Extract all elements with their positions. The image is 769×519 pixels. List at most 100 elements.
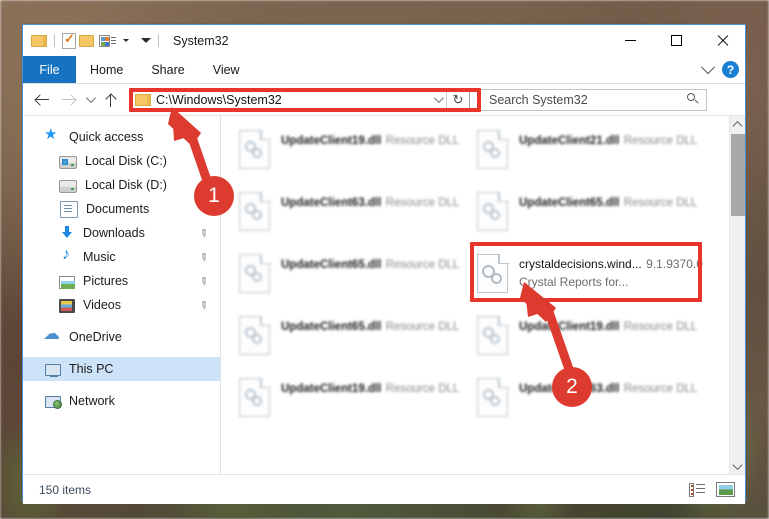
scroll-up-icon[interactable] — [730, 116, 745, 132]
sidebar-item-label: Music — [83, 250, 116, 264]
toolbar-divider-2 — [158, 34, 159, 47]
drive-icon — [59, 180, 77, 193]
new-folder-icon[interactable] — [79, 34, 96, 48]
maximize-icon — [670, 35, 682, 46]
close-icon — [716, 34, 729, 47]
file-name: UpdateClient63.dll — [519, 383, 620, 395]
file-list-pane: UpdateClient19.dll Resource DLL UpdateCl… — [221, 116, 745, 474]
search-input[interactable] — [487, 91, 687, 108]
file-item-crystaldecisions[interactable]: crystaldecisions.wind... 9.1.9370.0 Crys… — [475, 248, 713, 310]
navigation-bar: C:\Windows\System32 ↻ — [23, 84, 745, 115]
file-name: UpdateClient63.dll — [281, 197, 382, 209]
cloud-icon — [43, 324, 61, 345]
sidebar-item-label: Pictures — [83, 274, 129, 288]
minimize-button[interactable] — [607, 25, 653, 56]
file-description: Resource DLL — [385, 135, 460, 147]
file-item[interactable]: UpdateClient63.dll Resource DLL — [237, 186, 475, 248]
refresh-button[interactable]: ↻ — [446, 89, 469, 110]
file-item[interactable]: UpdateClient65.dll Resource DLL — [475, 186, 713, 248]
customize-toolbar-icon[interactable] — [99, 33, 119, 48]
file-name: UpdateClient65.dll — [519, 197, 620, 209]
address-dropdown-button[interactable] — [428, 93, 446, 104]
sidebar-item-quick-access[interactable]: Quick access — [23, 125, 220, 149]
documents-icon — [60, 200, 78, 218]
up-button[interactable] — [98, 87, 124, 113]
minimize-icon — [624, 40, 636, 41]
dll-key-icon — [239, 378, 271, 418]
file-item[interactable]: UpdateClient19.dll Resource DLL — [237, 372, 475, 434]
file-name: crystaldecisions.wind... — [519, 257, 642, 271]
file-name: UpdateClient65.dll — [281, 259, 382, 271]
sidebar-item-this-pc[interactable]: This PC — [23, 357, 220, 381]
file-item[interactable]: UpdateClient19.dll Resource DLL — [237, 124, 475, 186]
music-icon — [59, 246, 75, 265]
star-icon — [44, 125, 61, 145]
view-mode-buttons — [689, 475, 735, 504]
dll-key-icon — [477, 130, 509, 170]
forward-button[interactable] — [55, 87, 81, 113]
vertical-scrollbar[interactable] — [729, 116, 745, 474]
file-item[interactable]: UpdateClient63.dll Resource DLL — [475, 372, 713, 434]
sidebar-item-documents[interactable]: Documents — [23, 197, 220, 221]
ribbon-right-controls: ? — [700, 56, 739, 83]
sidebar-item-label: Documents — [86, 202, 150, 216]
file-item[interactable]: UpdateClient65.dll Resource DLL — [237, 248, 475, 310]
sidebar-item-pictures[interactable]: Pictures ✎ — [23, 269, 220, 293]
help-icon[interactable]: ? — [722, 61, 739, 78]
scroll-thumb[interactable] — [731, 134, 745, 216]
drive-windows-icon — [59, 156, 77, 169]
quick-access-toolbar[interactable] — [31, 30, 163, 52]
file-item[interactable]: UpdateClient21.dll Resource DLL — [475, 124, 713, 186]
search-icon — [687, 93, 700, 106]
folder-icon — [31, 34, 47, 48]
computer-icon — [45, 364, 61, 377]
sidebar-item-local-disk-c[interactable]: Local Disk (C:) — [23, 149, 220, 173]
maximize-button[interactable] — [653, 25, 699, 56]
file-description: Resource DLL — [623, 321, 698, 333]
dll-key-icon — [239, 192, 271, 232]
chevron-down-icon[interactable] — [700, 59, 716, 74]
pin-icon: ✎ — [195, 250, 211, 266]
dropdown-caret-icon[interactable] — [141, 38, 151, 43]
tab-share[interactable]: Share — [137, 56, 198, 83]
sidebar-item-onedrive[interactable]: OneDrive — [23, 324, 220, 349]
sidebar-item-label: Local Disk (D:) — [85, 178, 167, 192]
sidebar-item-label: This PC — [69, 362, 114, 376]
file-item[interactable]: UpdateClient19.dll Resource DLL — [475, 310, 713, 372]
file-name: UpdateClient21.dll — [519, 135, 620, 147]
search-box[interactable] — [480, 88, 707, 111]
videos-icon — [59, 298, 75, 313]
pictures-icon — [59, 275, 75, 289]
sidebar-item-downloads[interactable]: Downloads ✎ — [23, 221, 220, 245]
file-description: Resource DLL — [385, 383, 460, 395]
file-description: Resource DLL — [385, 197, 460, 209]
close-button[interactable] — [699, 25, 745, 56]
dll-key-icon — [477, 378, 509, 418]
sidebar-item-music[interactable]: Music ✎ — [23, 245, 220, 269]
window-title: System32 — [173, 33, 229, 48]
scroll-down-icon[interactable] — [730, 458, 745, 474]
thumbnails-view-icon[interactable] — [716, 482, 735, 497]
tab-home[interactable]: Home — [76, 56, 137, 83]
file-name: UpdateClient19.dll — [281, 383, 382, 395]
file-item[interactable]: UpdateClient65.dll Resource DLL — [237, 310, 475, 372]
pin-icon: ✎ — [195, 274, 211, 290]
tab-file[interactable]: File — [23, 56, 76, 83]
details-view-icon[interactable] — [689, 482, 706, 497]
screenshot-root: System32 File Home Share View ? — [0, 0, 769, 519]
sidebar-item-local-disk-d[interactable]: Local Disk (D:) — [23, 173, 220, 197]
folder-icon — [135, 93, 151, 107]
dll-key-icon — [239, 316, 271, 356]
tab-view[interactable]: View — [199, 56, 254, 83]
sidebar-item-network[interactable]: Network — [23, 389, 220, 413]
back-button[interactable] — [29, 87, 55, 113]
recent-locations-button[interactable] — [81, 87, 98, 113]
file-name: UpdateClient19.dll — [519, 321, 620, 333]
properties-icon[interactable] — [62, 31, 76, 49]
sidebar-item-videos[interactable]: Videos ✎ — [23, 293, 220, 317]
address-bar[interactable]: C:\Windows\System32 ↻ — [130, 88, 470, 111]
chevron-down-icon[interactable] — [123, 39, 129, 42]
window-controls — [607, 25, 745, 56]
